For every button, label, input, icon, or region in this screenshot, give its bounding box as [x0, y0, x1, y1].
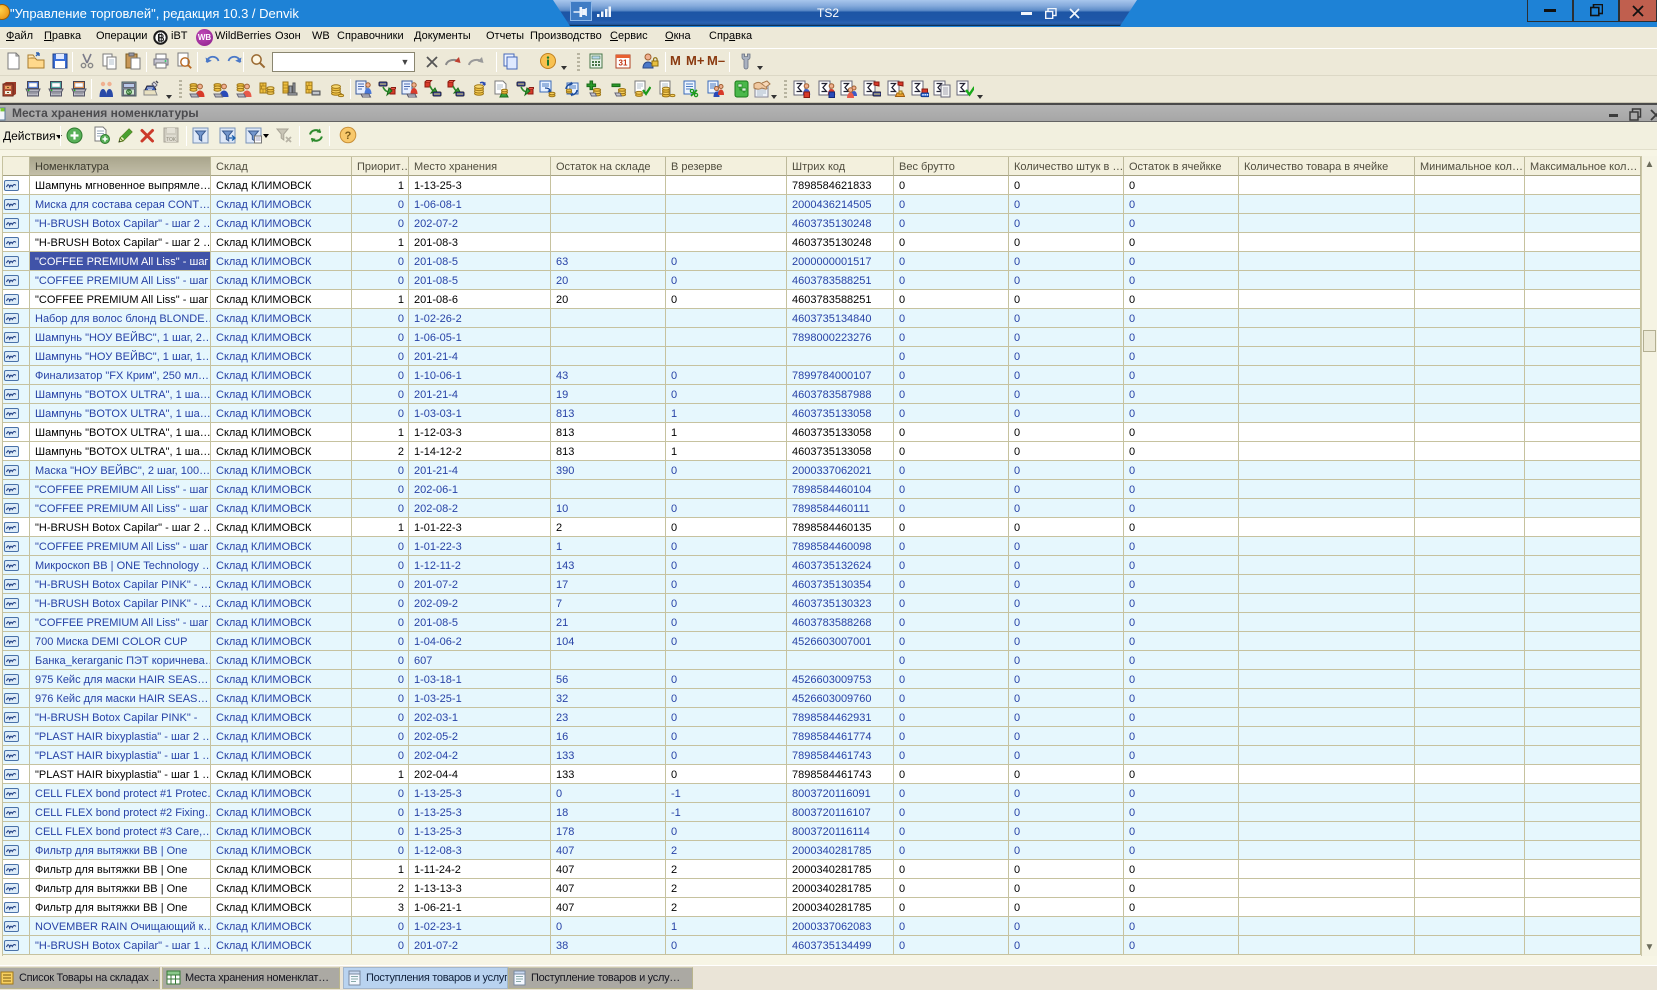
svg-text:31: 31	[619, 59, 628, 68]
svg-text:?: ?	[345, 130, 352, 142]
svg-text:ТОК: ТОК	[166, 137, 176, 143]
svg-text:$: $	[128, 90, 131, 96]
